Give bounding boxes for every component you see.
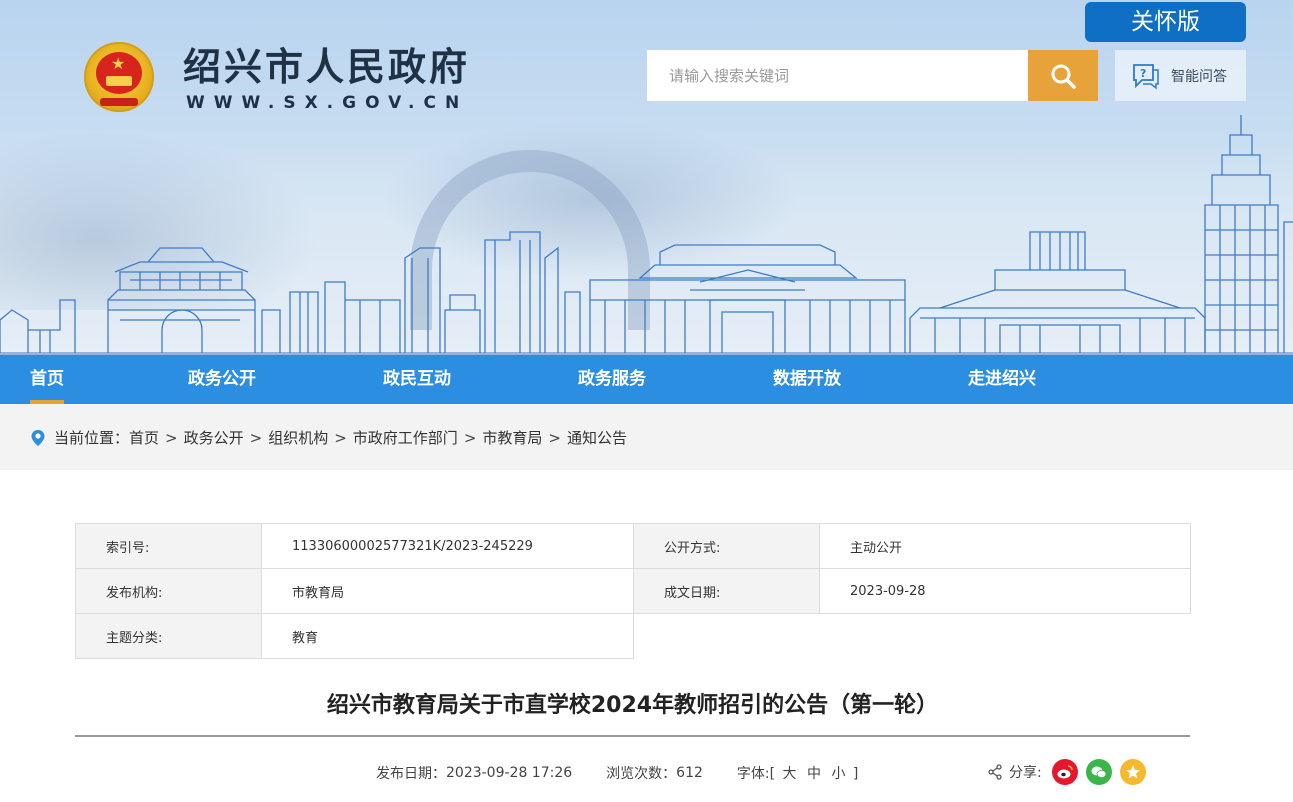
font-size-medium-button[interactable]: 中: [807, 766, 821, 782]
publish-date-label: 发布日期：: [376, 766, 446, 782]
table-empty-cell: [633, 613, 1191, 659]
publish-date-value: 2023-09-28 17:26: [446, 765, 573, 781]
font-size-control: 字体:[ 大 中 小 ]: [737, 763, 858, 783]
weibo-icon: [1057, 765, 1073, 779]
written-date-label: 成文日期:: [633, 568, 820, 614]
smart-qa-label: 智能问答: [1171, 68, 1227, 85]
nav-item-gov-affairs-open[interactable]: 政务公开: [188, 355, 256, 404]
svg-text:?: ?: [1140, 67, 1146, 80]
breadcrumb-education-bureau[interactable]: 市教育局: [482, 427, 542, 448]
topic-value: 教育: [261, 613, 634, 659]
written-date-value: 2023-09-28: [819, 568, 1191, 614]
nav-item-gov-service[interactable]: 政务服务: [578, 355, 646, 404]
main-nav: 首页 政务公开 政民互动 政务服务 数据开放 走进绍兴: [0, 355, 1293, 404]
nav-item-interaction[interactable]: 政民互动: [383, 355, 451, 404]
weibo-share-button[interactable]: [1051, 759, 1078, 785]
nav-item-about-shaoxing[interactable]: 走进绍兴: [968, 355, 1036, 404]
nav-item-data-open[interactable]: 数据开放: [773, 355, 841, 404]
national-emblem-logo: ★: [84, 42, 154, 112]
breadcrumb-organization[interactable]: 组织机构: [268, 427, 328, 448]
breadcrumb-home[interactable]: 首页: [129, 427, 159, 448]
breadcrumb-gov-departments[interactable]: 市政府工作部门: [353, 427, 458, 448]
title-divider: [75, 735, 1190, 737]
breadcrumb-separator: >: [249, 428, 263, 447]
breadcrumb: 当前位置： 首页 > 政务公开 > 组织机构 > 市政府工作部门 > 市教育局 …: [30, 427, 627, 448]
font-size-small-button[interactable]: 小: [831, 766, 845, 782]
article-meta: 发布日期： 2023-09-28 17:26 浏览次数： 612 字体:[ 大 …: [376, 763, 858, 783]
breadcrumb-bar: 当前位置： 首页 > 政务公开 > 组织机构 > 市政府工作部门 > 市教育局 …: [0, 404, 1293, 470]
open-mode-value: 主动公开: [819, 523, 1191, 569]
site-title: 绍兴市人民政府: [183, 44, 471, 89]
header-banner: ★ 绍兴市人民政府 WWW.SX.GOV.CN 关怀版 ? 智能问答: [0, 0, 1293, 355]
qzone-icon: [1125, 765, 1140, 779]
wechat-share-button[interactable]: [1085, 759, 1112, 785]
qzone-share-button[interactable]: [1119, 759, 1146, 785]
index-number-label: 索引号:: [75, 523, 262, 569]
view-count-label: 浏览次数：: [606, 766, 677, 782]
share-icon: [988, 764, 1002, 780]
publisher-label: 发布机构:: [75, 568, 262, 614]
font-size-close-bracket: ]: [852, 766, 859, 782]
breadcrumb-prefix: 当前位置：: [54, 429, 130, 447]
table-row: 主题分类: 教育: [75, 613, 1191, 659]
nav-item-home[interactable]: 首页: [30, 355, 64, 404]
font-size-large-button[interactable]: 大: [783, 766, 797, 782]
breadcrumb-notices[interactable]: 通知公告: [567, 427, 627, 448]
wechat-icon: [1091, 766, 1107, 778]
document-info-table: 索引号: 11330600002577321K/2023-245229 公开方式…: [75, 523, 1191, 659]
table-row: 发布机构: 市教育局 成文日期: 2023-09-28: [75, 568, 1191, 614]
breadcrumb-separator: >: [463, 428, 477, 447]
share-bar: 分享:: [987, 759, 1154, 785]
open-mode-label: 公开方式:: [633, 523, 820, 569]
chat-question-icon: ?: [1133, 63, 1159, 90]
site-url: WWW.SX.GOV.CN: [186, 93, 469, 113]
table-row: 索引号: 11330600002577321K/2023-245229 公开方式…: [75, 523, 1191, 569]
location-pin-icon: [31, 429, 45, 446]
smart-qa-button[interactable]: ? 智能问答: [1115, 50, 1246, 101]
topic-label: 主题分类:: [75, 613, 262, 659]
view-count-value: 612: [676, 765, 703, 781]
care-version-button[interactable]: 关怀版: [1085, 2, 1246, 42]
search-input[interactable]: [647, 50, 1028, 101]
search-button[interactable]: [1028, 50, 1098, 101]
article-title: 绍兴市教育局关于市直学校2024年教师招引的公告（第一轮）: [326, 693, 939, 718]
breadcrumb-separator: >: [548, 428, 561, 447]
breadcrumb-gov-affairs-open[interactable]: 政务公开: [184, 427, 244, 448]
breadcrumb-separator: >: [165, 428, 178, 447]
publisher-value: 市教育局: [261, 568, 634, 614]
breadcrumb-separator: >: [334, 428, 347, 447]
font-size-label: 字体:[: [736, 766, 776, 782]
search-icon: [1051, 64, 1076, 89]
share-label: 分享:: [1009, 765, 1042, 781]
index-number-value: 11330600002577321K/2023-245229: [261, 523, 634, 569]
